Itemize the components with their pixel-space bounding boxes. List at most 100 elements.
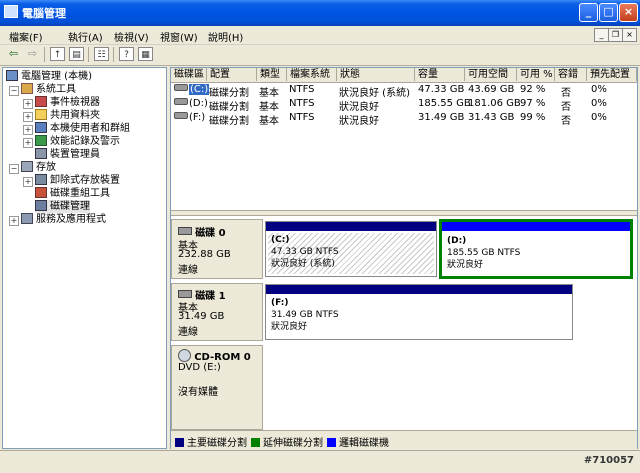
app-icon	[4, 5, 18, 18]
tree-item-storage[interactable]: 存放	[21, 161, 56, 174]
cdrom-0-header[interactable]: CD-ROM 0 DVD (E:) 沒有媒體	[171, 345, 263, 430]
partition-label: (D:)	[447, 236, 467, 246]
console-tree: 電腦管理 (本機) − 系統工具 + 事件檢視器 + 共用資料夾 + 本機使用者…	[2, 67, 167, 449]
tree-label: 事件檢視器	[50, 97, 100, 108]
column-percent-free[interactable]: 可用 %	[517, 68, 555, 81]
expand-icon[interactable]: +	[23, 138, 33, 148]
tree-item-shared-folders[interactable]: 共用資料夾	[35, 109, 100, 122]
minimize-button[interactable]: _	[579, 3, 598, 22]
partition-status: 狀況良好	[271, 322, 308, 332]
column-layout[interactable]: 配置	[207, 68, 257, 81]
title-bar[interactable]: 電腦管理 _ □ ×	[0, 0, 640, 26]
disk-1-header[interactable]: 磁碟 1 基本 31.49 GB 連線	[171, 283, 263, 341]
menu-help[interactable]: 說明(H)	[208, 29, 243, 44]
cdrom-icon	[178, 349, 191, 362]
partition-label: (C:)	[271, 235, 290, 245]
expand-icon[interactable]: +	[23, 125, 33, 135]
show-hide-tree-icon[interactable]: ▤	[69, 47, 84, 61]
disk-graph-view: 磁碟 0 基本 232.88 GB 連線 (C:) 47.33 GB NTFS …	[171, 216, 637, 440]
partition-size: 31.49 GB NTFS	[271, 310, 339, 320]
disk-icon	[178, 227, 192, 235]
volume-icon	[174, 112, 188, 123]
maximize-button[interactable]: □	[599, 3, 618, 22]
tree-label: 本機使用者和群組	[50, 123, 130, 134]
tree-item-performance-logs[interactable]: 效能記錄及警示	[35, 135, 120, 148]
volume-row[interactable]: (D:) 磁碟分割 基本 NTFS 狀況良好 185.55 GB 181.06 …	[171, 97, 637, 113]
partition-f[interactable]: (F:) 31.49 GB NTFS 狀況良好	[265, 284, 573, 340]
tree-item-removable-storage[interactable]: 卸除式存放裝置	[35, 174, 120, 187]
menu-action[interactable]: 執行(A)	[68, 29, 103, 44]
tree-item-local-users-groups[interactable]: 本機使用者和群組	[35, 122, 130, 135]
partition-size: 47.33 GB NTFS	[271, 247, 339, 257]
up-folder-icon[interactable]: ↑	[50, 47, 65, 61]
disk-name: 磁碟 1	[195, 291, 226, 302]
disk-0-header[interactable]: 磁碟 0 基本 232.88 GB 連線	[171, 219, 263, 279]
properties-icon[interactable]: ☷	[94, 47, 109, 61]
expand-icon[interactable]: +	[23, 112, 33, 122]
disk-media: 沒有媒體	[178, 387, 218, 398]
column-capacity[interactable]: 容量	[415, 68, 465, 81]
tree-item-disk-management[interactable]: 磁碟管理	[35, 200, 90, 213]
partition-d[interactable]: (D:) 185.55 GB NTFS 狀況良好	[439, 219, 633, 279]
tree-label: 共用資料夾	[50, 110, 100, 121]
tree-item-device-manager[interactable]: 裝置管理員	[35, 148, 100, 161]
mdi-restore-button[interactable]: ❐	[608, 28, 623, 42]
collapse-icon[interactable]: −	[9, 164, 19, 174]
help-icon[interactable]: ?	[119, 47, 134, 61]
forward-arrow-icon[interactable]: ⇨	[25, 47, 40, 61]
removable-storage-icon	[35, 174, 47, 185]
tree-item-services-applications[interactable]: 服務及應用程式	[21, 213, 106, 226]
tree-label: 磁碟重組工具	[50, 188, 110, 199]
console-icon[interactable]: ▦	[138, 47, 153, 61]
partition-c[interactable]: (C:) 47.33 GB NTFS 狀況良好 (系統)	[265, 221, 437, 277]
tree-item-event-viewer[interactable]: 事件檢視器	[35, 96, 100, 109]
column-type[interactable]: 類型	[257, 68, 287, 81]
tree-label: 存放	[36, 162, 56, 173]
partition-label: (F:)	[271, 298, 289, 308]
watermark: #710057	[583, 455, 634, 466]
close-button[interactable]: ×	[619, 3, 638, 22]
menu-file[interactable]: 檔案(F)	[9, 29, 43, 44]
users-icon	[35, 122, 47, 133]
partition-size: 185.55 GB NTFS	[447, 248, 521, 258]
column-filesystem[interactable]: 檔案系統	[287, 68, 337, 81]
expand-icon[interactable]: +	[9, 216, 19, 226]
menu-window[interactable]: 視窗(W)	[160, 29, 198, 44]
column-overhead[interactable]: 預先配置	[587, 68, 637, 81]
volume-icon	[174, 98, 188, 109]
tree-item-defragmenter[interactable]: 磁碟重組工具	[35, 187, 110, 200]
disk-type: DVD (E:)	[178, 362, 221, 373]
column-status[interactable]: 狀態	[337, 68, 415, 81]
tree-item-system-tools[interactable]: 系統工具	[21, 83, 76, 96]
legend-extended: 延伸磁碟分割	[251, 434, 323, 449]
services-icon	[21, 213, 33, 224]
shared-folder-icon	[35, 109, 47, 120]
column-free-space[interactable]: 可用空間	[465, 68, 517, 81]
volume-row[interactable]: (F:) 磁碟分割 基本 NTFS 狀況良好 31.49 GB 31.43 GB…	[171, 111, 637, 127]
collapse-icon[interactable]: −	[9, 86, 19, 96]
tree-label: 效能記錄及警示	[50, 136, 120, 147]
tree-label: 服務及應用程式	[36, 214, 106, 225]
disk-state: 連線	[178, 265, 198, 276]
primary-partition-bar	[266, 222, 436, 231]
back-arrow-icon[interactable]: ⇦	[6, 47, 21, 61]
mdi-close-button[interactable]: ×	[622, 28, 637, 42]
status-bar	[0, 450, 640, 473]
expand-icon[interactable]: +	[23, 177, 33, 187]
primary-partition-bar	[266, 285, 572, 294]
expand-icon[interactable]: +	[23, 99, 33, 109]
tree-label: 系統工具	[36, 84, 76, 95]
disk-icon	[178, 290, 192, 298]
column-fault-tolerance[interactable]: 容錯	[555, 68, 587, 81]
primary-swatch	[175, 438, 184, 447]
volume-row[interactable]: (C:) 磁碟分割 基本 NTFS 狀況良好 (系統) 47.33 GB 43.…	[171, 83, 637, 99]
disk-state: 連線	[178, 327, 198, 338]
tree-item-computer-management[interactable]: 電腦管理 (本機)	[6, 70, 92, 83]
toolbar: ⇦ ⇨ ↑ ▤ ☷ ? ▦	[0, 45, 640, 66]
column-volume[interactable]: 磁碟區	[171, 68, 207, 81]
volume-list-header: 磁碟區 配置 類型 檔案系統 狀態 容量 可用空間 可用 % 容錯 預先配置	[171, 68, 637, 83]
event-viewer-icon	[35, 96, 47, 107]
menu-view[interactable]: 檢視(V)	[114, 29, 149, 44]
menu-bar: 檔案(F) 執行(A) 檢視(V) 視窗(W) 說明(H) _ ❐ ×	[0, 26, 640, 45]
mdi-minimize-button[interactable]: _	[594, 28, 609, 42]
